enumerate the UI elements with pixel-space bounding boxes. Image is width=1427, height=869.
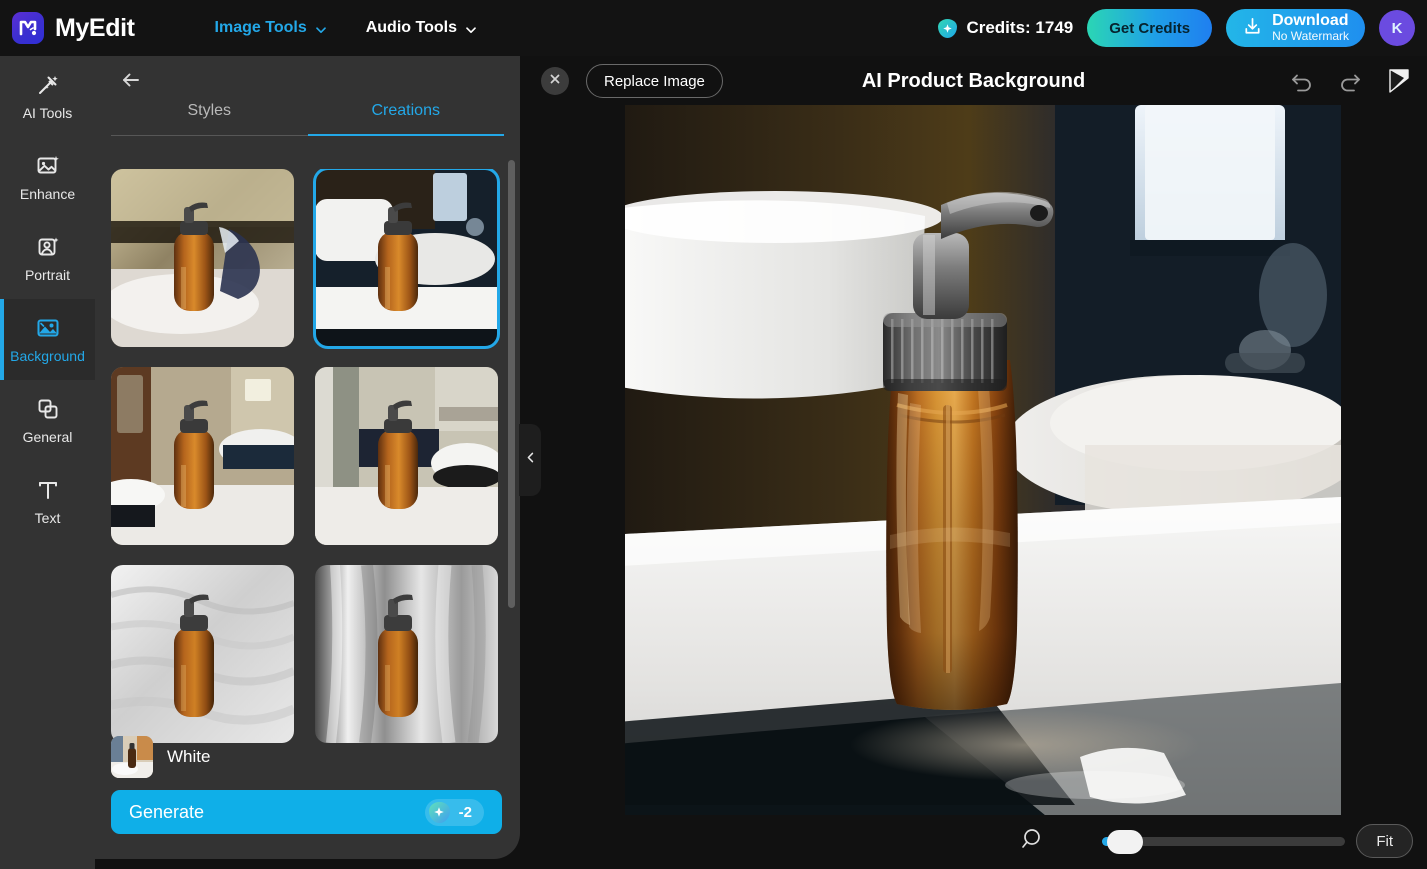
download-subtitle: No Watermark — [1272, 29, 1349, 44]
sidebar-item-label: Text — [34, 510, 61, 526]
zoom-toolbar: Fit — [520, 813, 1427, 869]
creation-thumbnail-2[interactable] — [313, 169, 500, 349]
tab-styles[interactable]: Styles — [111, 102, 308, 136]
generate-cost-pill: -2 — [424, 798, 484, 826]
main-nav: Image Tools Audio Tools — [215, 19, 476, 37]
sidebar-item-label: AI Tools — [22, 105, 73, 121]
creations-grid — [111, 169, 511, 743]
creation-thumbnail-5[interactable] — [111, 565, 294, 743]
download-title: Download — [1272, 12, 1349, 30]
tab-creations[interactable]: Creations — [307, 102, 504, 136]
creation-thumbnail-3[interactable] — [111, 367, 294, 545]
panel-tabs: Styles Creations — [111, 102, 504, 136]
fit-button[interactable]: Fit — [1356, 824, 1413, 858]
sidebar-item-ai-tools[interactable]: AI Tools — [0, 56, 95, 137]
creations-panel: Styles Creations White Generate -2 — [95, 56, 520, 859]
creation-thumbnail-4[interactable] — [315, 367, 498, 545]
magic-wand-icon — [35, 72, 61, 98]
canvas-area: Replace Image AI Product Background Fit — [520, 56, 1427, 869]
undo-icon[interactable] — [1289, 68, 1315, 94]
top-bar: MyEdit Image Tools Audio Tools Credits: … — [0, 0, 1427, 56]
brand-logo[interactable]: MyEdit — [12, 12, 135, 44]
panel-collapse-handle[interactable] — [519, 424, 541, 496]
sidebar-item-background[interactable]: Background — [0, 299, 95, 380]
panel-scrollbar[interactable] — [508, 160, 515, 608]
download-labels: Download No Watermark — [1272, 12, 1349, 44]
background-image-icon — [35, 315, 61, 341]
avatar[interactable]: K — [1379, 10, 1415, 46]
canvas-header-tools — [1289, 67, 1413, 95]
topbar-actions: Credits: 1749 Get Credits Download No Wa… — [938, 9, 1415, 47]
gem-icon — [428, 801, 450, 823]
selected-style-row: White — [111, 736, 210, 778]
sidebar-item-enhance[interactable]: Enhance — [0, 137, 95, 218]
sidebar-item-label: General — [22, 429, 73, 445]
nav-audio-tools-label: Audio Tools — [365, 19, 457, 36]
sidebar-item-portrait[interactable]: Portrait — [0, 218, 95, 299]
text-t-icon — [35, 477, 61, 503]
close-button[interactable] — [541, 67, 569, 95]
chevron-down-icon — [465, 23, 476, 34]
arrow-left-icon — [119, 68, 143, 97]
generate-label: Generate — [129, 801, 205, 822]
sidebar-item-label: Background — [10, 348, 85, 364]
canvas-header: Replace Image — [520, 56, 1427, 106]
nav-image-tools[interactable]: Image Tools — [215, 19, 326, 37]
creations-scroll-area — [111, 169, 511, 777]
app-root: MyEdit Image Tools Audio Tools Credits: … — [0, 0, 1427, 869]
creation-thumbnail-1[interactable] — [111, 169, 294, 347]
layers-icon — [35, 396, 61, 422]
image-canvas[interactable] — [625, 105, 1341, 815]
sidebar-item-general[interactable]: General — [0, 380, 95, 461]
gem-icon — [938, 18, 958, 38]
left-rail: AI Tools Enhance Portrait Background Gen… — [0, 56, 95, 869]
zoom-slider[interactable] — [1102, 829, 1345, 854]
nav-image-tools-label: Image Tools — [214, 19, 307, 36]
get-credits-button[interactable]: Get Credits — [1087, 9, 1213, 47]
image-sparkle-icon — [35, 153, 61, 179]
myedit-logo-icon — [12, 12, 44, 44]
portrait-sparkle-icon — [35, 234, 61, 260]
generate-button[interactable]: Generate -2 — [111, 790, 502, 834]
creation-thumbnail-6[interactable] — [315, 565, 498, 743]
brand-name: MyEdit — [55, 13, 135, 42]
chevron-left-icon — [524, 451, 537, 469]
redo-icon[interactable] — [1337, 68, 1363, 94]
download-button[interactable]: Download No Watermark — [1226, 9, 1365, 47]
generate-cost-label: -2 — [458, 803, 472, 821]
sidebar-item-label: Portrait — [24, 267, 71, 283]
magnifier-icon[interactable] — [1020, 826, 1046, 857]
preset-thumbnail[interactable] — [111, 736, 153, 778]
chevron-down-icon — [315, 23, 326, 34]
replace-image-button[interactable]: Replace Image — [586, 64, 723, 98]
nav-audio-tools[interactable]: Audio Tools — [366, 19, 476, 37]
sidebar-item-label: Enhance — [19, 186, 76, 202]
credits-label: Credits: 1749 — [966, 18, 1074, 37]
preset-name-label: White — [167, 747, 211, 766]
download-icon — [1242, 16, 1263, 40]
zoom-slider-knob[interactable] — [1107, 829, 1143, 854]
close-x-icon — [548, 72, 562, 91]
panel-back-button[interactable] — [117, 68, 145, 96]
credits-display[interactable]: Credits: 1749 — [938, 18, 1073, 38]
sidebar-item-text[interactable]: Text — [0, 461, 95, 542]
cursor-select-icon[interactable] — [1385, 67, 1413, 95]
